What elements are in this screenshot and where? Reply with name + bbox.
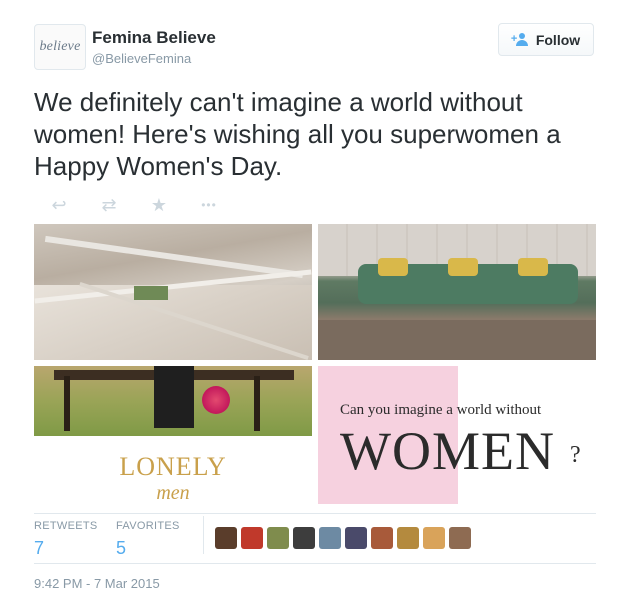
favoriter-avatar[interactable] (319, 527, 341, 549)
tweet-text: We definitely can't imagine a world with… (34, 87, 561, 181)
retweets-label: RETWEETS (34, 520, 98, 532)
media-mall-photo[interactable] (34, 224, 312, 360)
media-grid: LONELY men Can you imagine a world witho… (34, 224, 596, 504)
favoriter-avatar[interactable] (267, 527, 289, 549)
favoriter-avatars (215, 527, 471, 549)
men-text: men (156, 482, 190, 504)
media-living-room-photo[interactable] (318, 224, 596, 360)
profile-avatar[interactable]: believe (34, 24, 86, 70)
follow-user-icon: + (511, 32, 530, 47)
stats-separator (203, 516, 204, 554)
favoriter-avatar[interactable] (449, 527, 471, 549)
author-name[interactable]: Femina Believe (92, 28, 216, 48)
follow-label: Follow (535, 31, 581, 48)
favoriter-avatar[interactable] (241, 527, 263, 549)
favoriter-avatar[interactable] (345, 527, 367, 549)
retweets-count: 7 (34, 538, 45, 558)
favorites-stat[interactable]: FAVORITES 5 (116, 520, 180, 559)
media-women-graphic[interactable]: Can you imagine a world without WOMEN ? (318, 366, 596, 504)
media-lonely-men-photo[interactable]: LONELY men (34, 366, 312, 504)
retweets-stat[interactable]: RETWEETS 7 (34, 520, 98, 559)
favoriter-avatar[interactable] (397, 527, 419, 549)
favoriter-avatar[interactable] (371, 527, 393, 549)
stats-top-divider (34, 513, 596, 514)
retweet-icon[interactable]: ⇄ (84, 195, 134, 215)
follow-button[interactable]: + Follow (498, 23, 594, 56)
favorites-label: FAVORITES (116, 520, 180, 532)
question-mark: ? (570, 442, 581, 468)
women-word: WOMEN (340, 421, 555, 481)
women-question-text: Can you imagine a world without (340, 402, 542, 418)
stats-bottom-divider (34, 563, 596, 564)
favorites-count: 5 (116, 538, 127, 558)
tweet-actions: ↩ ⇄ ★ ••• (34, 194, 234, 216)
more-icon[interactable]: ••• (184, 195, 234, 215)
tweet-timestamp[interactable]: 9:42 PM - 7 Mar 2015 (34, 576, 160, 591)
favorite-icon[interactable]: ★ (134, 195, 184, 215)
author-handle[interactable]: @BelieveFemina (92, 51, 191, 66)
favoriter-avatar[interactable] (215, 527, 237, 549)
favoriter-avatar[interactable] (423, 527, 445, 549)
avatar-logo-text: believe (39, 39, 81, 54)
reply-icon[interactable]: ↩ (34, 195, 84, 215)
lonely-text: LONELY (119, 452, 227, 481)
favoriter-avatar[interactable] (293, 527, 315, 549)
